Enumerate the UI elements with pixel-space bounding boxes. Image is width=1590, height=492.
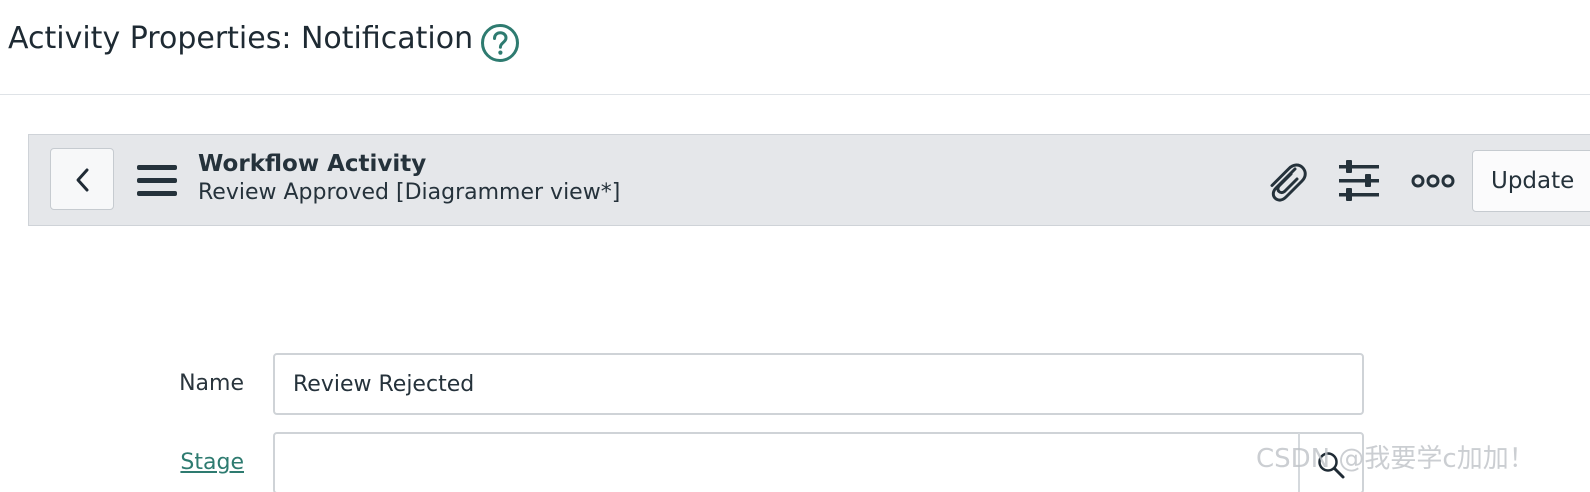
record-display-name: Review Approved [Diagrammer view*]	[198, 180, 621, 205]
name-label: Name	[179, 371, 244, 396]
question-circle-icon[interactable]	[480, 23, 520, 63]
chevron-left-icon	[76, 168, 89, 192]
stage-field[interactable]	[273, 432, 1364, 492]
search-icon[interactable]	[1316, 450, 1346, 480]
paperclip-icon[interactable]	[1263, 159, 1309, 205]
form-header-toolbar: Workflow Activity Review Approved [Diagr…	[28, 134, 1590, 226]
sliders-icon[interactable]	[1337, 159, 1381, 203]
name-field[interactable]	[273, 353, 1364, 415]
back-button[interactable]	[50, 148, 114, 210]
activity-properties-page: Activity Properties: Notification Workfl…	[0, 0, 1590, 492]
page-title: Activity Properties: Notification	[8, 21, 474, 56]
record-type: Workflow Activity	[198, 151, 427, 177]
stage-label-link[interactable]: Stage	[180, 449, 244, 477]
update-button[interactable]: Update	[1472, 150, 1590, 212]
stage-lookup-divider	[1298, 433, 1300, 492]
hamburger-menu-icon[interactable]	[136, 163, 178, 199]
record-heading: Workflow Activity Review Approved [Diagr…	[198, 149, 620, 207]
more-options-icon[interactable]	[1411, 171, 1455, 191]
title-bar: Activity Properties: Notification	[0, 0, 1590, 95]
